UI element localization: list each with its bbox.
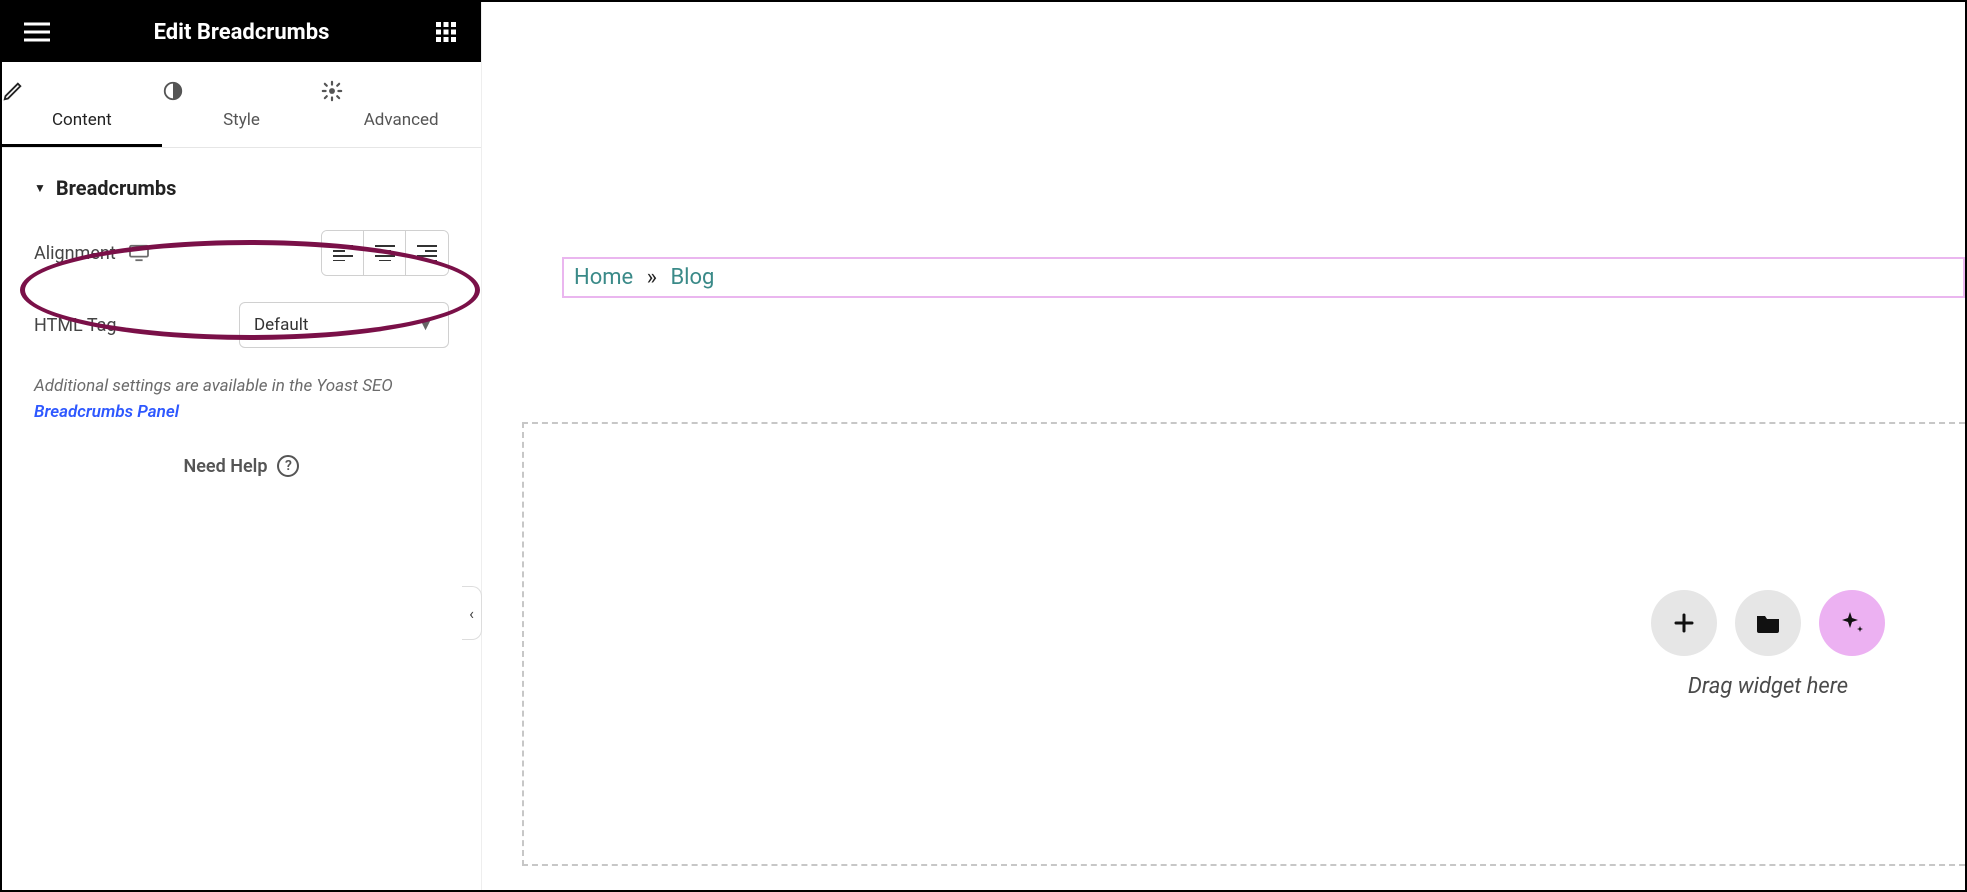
htmltag-select[interactable]: Default ▼ bbox=[239, 302, 449, 348]
need-help-label: Need Help bbox=[184, 456, 268, 477]
widgets-grid-icon[interactable] bbox=[431, 17, 461, 47]
htmltag-row: HTML Tag Default ▼ bbox=[34, 302, 449, 348]
caret-down-icon: ▼ bbox=[34, 181, 46, 195]
editor-sidebar: Edit Breadcrumbs Content Style bbox=[2, 2, 482, 890]
settings-note: Additional settings are available in the… bbox=[34, 374, 449, 425]
align-left-button[interactable] bbox=[322, 231, 364, 275]
contrast-icon bbox=[162, 80, 322, 102]
breadcrumb-item-blog[interactable]: Blog bbox=[670, 265, 714, 290]
section-toggle-breadcrumbs[interactable]: ▼ Breadcrumbs bbox=[34, 176, 449, 200]
htmltag-label: HTML Tag bbox=[34, 315, 117, 336]
breadcrumb-item-home[interactable]: Home bbox=[574, 265, 633, 290]
ai-sparkle-button[interactable] bbox=[1819, 590, 1885, 656]
menu-icon[interactable] bbox=[22, 17, 52, 47]
align-right-button[interactable] bbox=[406, 231, 448, 275]
tab-content-label: Content bbox=[52, 110, 112, 130]
alignment-button-group bbox=[321, 230, 449, 276]
dropzone-hint: Drag widget here bbox=[1688, 674, 1848, 699]
tab-style[interactable]: Style bbox=[162, 62, 322, 147]
plus-icon bbox=[1672, 611, 1696, 635]
add-widget-button[interactable] bbox=[1651, 590, 1717, 656]
tab-content[interactable]: Content bbox=[2, 62, 162, 147]
breadcrumb-widget[interactable]: Home » Blog bbox=[562, 257, 1965, 298]
alignment-label: Alignment bbox=[34, 243, 116, 264]
folder-icon bbox=[1755, 612, 1781, 634]
chevron-left-icon: ‹ bbox=[469, 604, 474, 623]
pencil-icon bbox=[2, 80, 162, 102]
breadcrumbs-panel-link[interactable]: Breadcrumbs Panel bbox=[34, 402, 179, 422]
alignment-row: Alignment bbox=[34, 230, 449, 276]
tab-advanced-label: Advanced bbox=[364, 110, 439, 130]
desktop-icon[interactable] bbox=[128, 244, 150, 262]
gear-icon bbox=[321, 80, 481, 102]
help-icon: ? bbox=[277, 455, 299, 477]
folder-button[interactable] bbox=[1735, 590, 1801, 656]
collapse-sidebar-button[interactable]: ‹ bbox=[462, 586, 482, 640]
sparkle-icon bbox=[1839, 610, 1865, 636]
tab-style-label: Style bbox=[223, 110, 260, 130]
editor-canvas[interactable]: Home » Blog bbox=[482, 2, 1965, 890]
need-help[interactable]: Need Help ? bbox=[34, 425, 449, 507]
note-prefix: Additional settings are available in the… bbox=[34, 376, 393, 396]
htmltag-value: Default bbox=[254, 315, 308, 335]
chevron-down-icon: ▼ bbox=[417, 315, 434, 335]
panel-body: ▼ Breadcrumbs Alignment bbox=[2, 148, 481, 890]
editor-tabs: Content Style Advanced bbox=[2, 62, 481, 148]
align-center-button[interactable] bbox=[364, 231, 406, 275]
tab-advanced[interactable]: Advanced bbox=[321, 62, 481, 147]
widget-dropzone[interactable]: Drag widget here bbox=[522, 422, 1965, 866]
section-title: Breadcrumbs bbox=[56, 176, 176, 200]
sidebar-header: Edit Breadcrumbs bbox=[2, 2, 481, 62]
panel-title: Edit Breadcrumbs bbox=[154, 20, 330, 45]
breadcrumb-separator: » bbox=[647, 265, 657, 290]
